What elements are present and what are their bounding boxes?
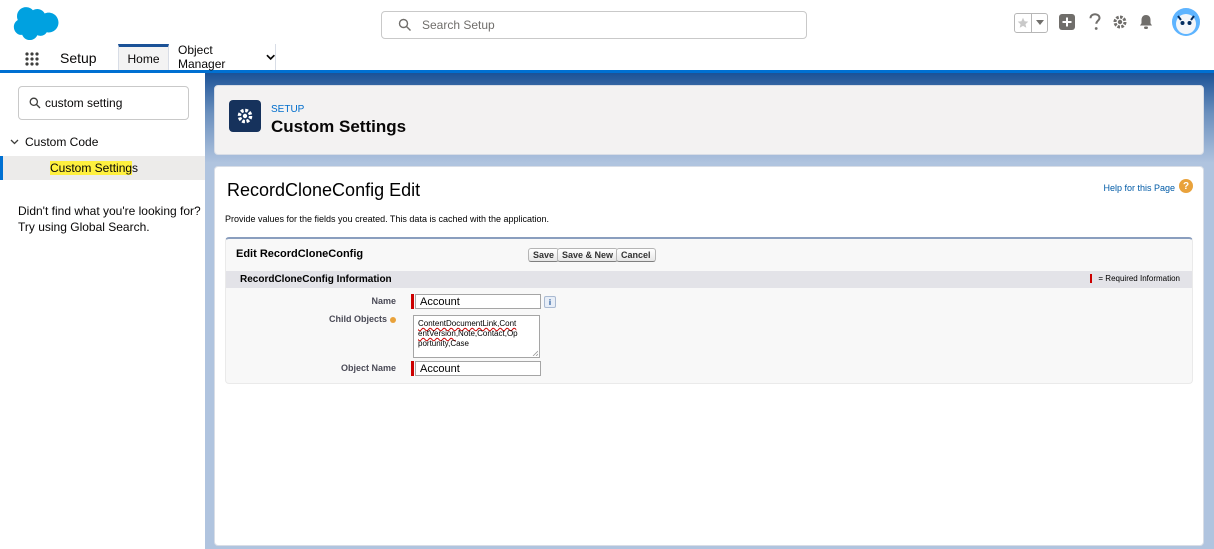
app-launcher-icon[interactable] <box>25 52 39 66</box>
page-header-kicker: SETUP <box>271 104 305 115</box>
edit-page-title: RecordCloneConfig Edit <box>227 180 421 200</box>
search-icon <box>398 18 411 31</box>
page-header: SETUP Custom Settings <box>214 85 1204 155</box>
favorites-star-icon[interactable] <box>1015 14 1032 32</box>
global-actions-plus-icon[interactable] <box>1057 12 1077 32</box>
app-nav-bar: Setup Home Object Manager <box>0 43 1214 73</box>
search-highlight: Custom Setting <box>50 161 133 175</box>
object-name-field[interactable] <box>415 361 541 376</box>
section-title: RecordCloneConfig Information <box>240 274 392 285</box>
info-icon[interactable]: i <box>544 296 556 308</box>
edit-block: Edit RecordCloneConfig Save Save & New C… <box>225 237 1193 384</box>
name-field[interactable] <box>415 294 541 309</box>
save-button[interactable]: Save <box>528 248 560 262</box>
help-question-icon[interactable] <box>1085 12 1105 32</box>
not-found-line2: Try using Global Search. <box>18 220 150 234</box>
page-title: Custom Settings <box>271 117 407 136</box>
sidebar-item-label: Custom Settings <box>50 161 138 175</box>
app-name: Setup <box>60 50 97 66</box>
required-marker <box>411 294 414 309</box>
name-label: Name <box>371 296 396 306</box>
quick-find-input[interactable] <box>45 95 185 111</box>
favorites-dropdown-icon[interactable] <box>1032 14 1047 32</box>
object-name-label: Object Name <box>340 363 396 373</box>
quick-find-box[interactable] <box>18 86 189 120</box>
child-objects-line3: portunity,Case <box>418 339 469 348</box>
child-objects-label: Child Objects <box>226 314 396 324</box>
required-marker <box>1090 274 1093 283</box>
help-question-icon[interactable]: ? <box>1179 179 1193 193</box>
tab-home[interactable]: Home <box>118 44 169 70</box>
tab-object-manager[interactable]: Object Manager <box>170 43 276 71</box>
required-legend-text: = Required Information <box>1098 274 1180 283</box>
child-objects-line2b: ,Note,Contact,Op <box>455 329 518 338</box>
astro-avatar-icon <box>1172 8 1200 36</box>
instructions-text: Provide values for the fields you create… <box>225 214 550 224</box>
child-objects-line2a: entVersion <box>418 329 456 338</box>
salesforce-logo-icon[interactable] <box>12 6 64 40</box>
notifications-bell-icon[interactable] <box>1136 12 1156 32</box>
search-icon <box>29 97 41 109</box>
chevron-down-icon <box>10 139 19 145</box>
chevron-down-icon[interactable] <box>266 54 275 61</box>
sidebar-item-label-rest: s <box>132 161 139 175</box>
setup-gear-icon <box>229 100 261 132</box>
sidebar-item-custom-settings[interactable]: Custom Settings <box>0 156 205 180</box>
section-header: RecordCloneConfig Information = Required… <box>226 271 1192 288</box>
user-avatar[interactable] <box>1172 8 1200 36</box>
setup-gear-icon[interactable] <box>1110 12 1130 32</box>
child-objects-textarea[interactable]: ContentDocumentLink,Cont entVersion,Note… <box>413 315 540 358</box>
tab-object-manager-label: Object Manager <box>178 43 226 71</box>
content-panel: RecordCloneConfig Edit Help for this Pag… <box>214 166 1204 546</box>
global-header <box>0 0 1214 44</box>
cancel-button[interactable]: Cancel <box>616 248 656 262</box>
help-bubble-icon[interactable] <box>390 316 396 323</box>
child-objects-line1: ContentDocumentLink,Cont <box>418 319 517 328</box>
not-found-line1: Didn't find what you're looking for? <box>18 204 201 218</box>
setup-sidebar: Custom Code Custom Settings Didn't find … <box>0 73 205 549</box>
save-and-new-button[interactable]: Save & New <box>557 248 619 262</box>
help-for-page-link[interactable]: Help for this Page <box>1103 183 1175 193</box>
tree-group-custom-code[interactable]: Custom Code <box>10 135 98 149</box>
tab-home-label: Home <box>127 51 160 66</box>
tree-group-label: Custom Code <box>25 135 99 149</box>
not-found-message: Didn't find what you're looking for? Try… <box>18 203 203 235</box>
required-marker <box>411 361 414 376</box>
edit-block-header: Edit RecordCloneConfig Save Save & New C… <box>226 239 1192 269</box>
favorites-group <box>1014 13 1048 33</box>
resize-handle-icon[interactable] <box>532 350 538 356</box>
global-search-input[interactable] <box>422 16 792 34</box>
child-objects-label-text: Child Objects <box>328 314 387 324</box>
edit-block-title: Edit RecordCloneConfig <box>236 248 364 260</box>
global-search[interactable] <box>381 11 807 39</box>
required-legend: = Required Information <box>1090 274 1180 283</box>
